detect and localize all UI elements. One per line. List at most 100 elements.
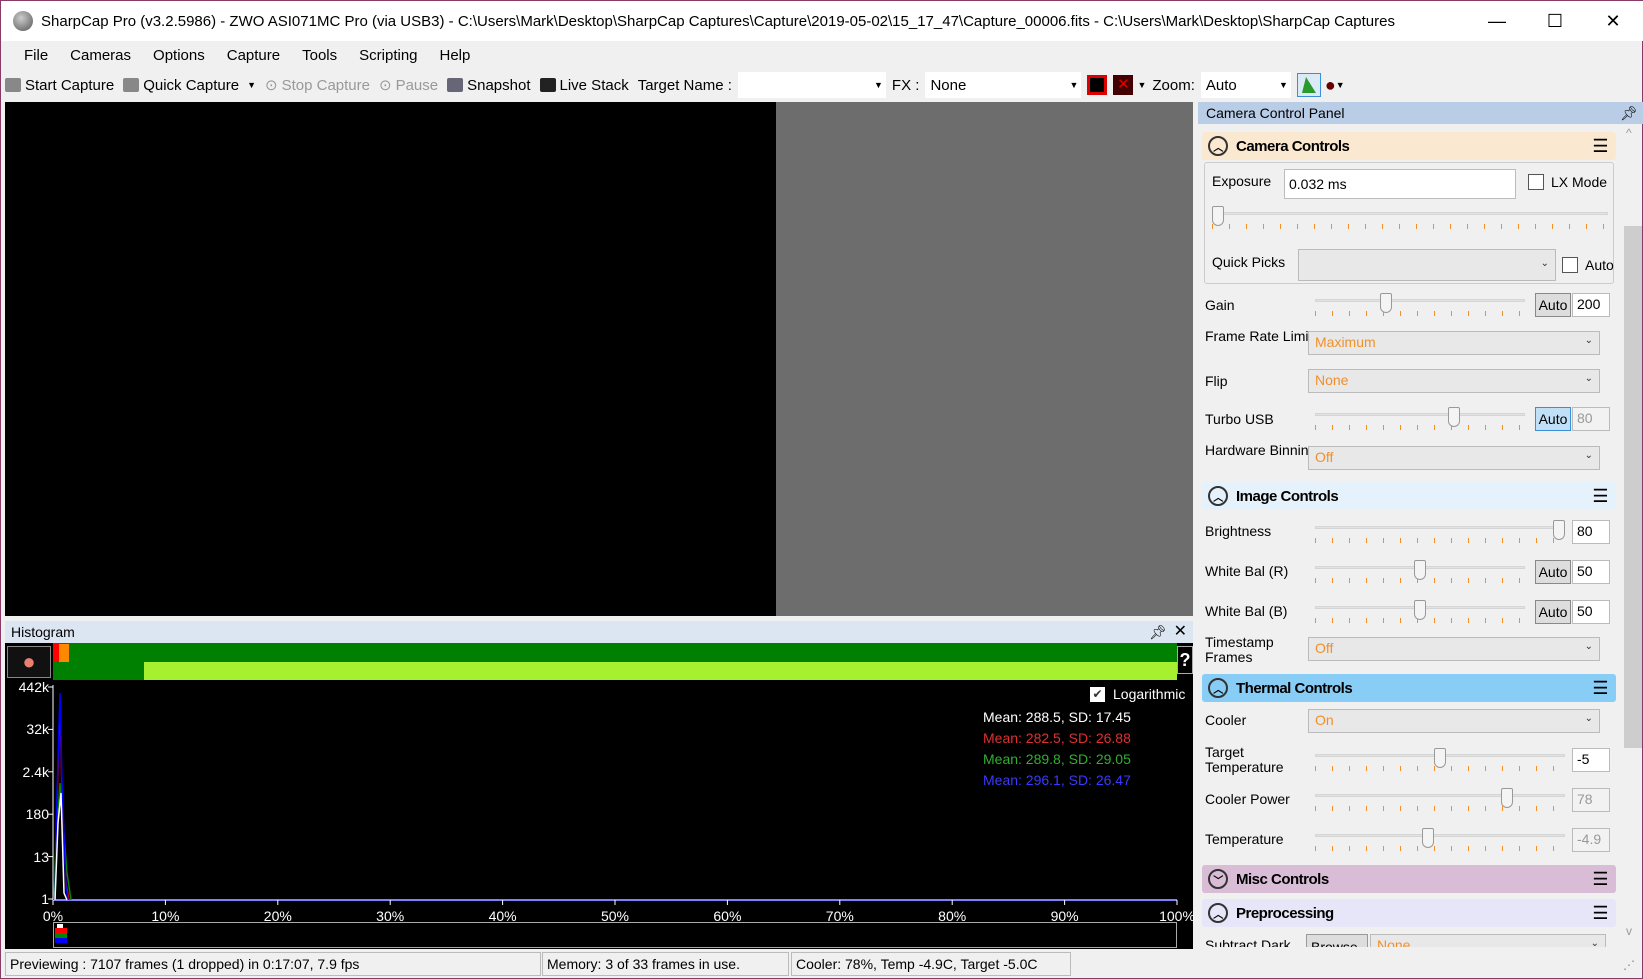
- snapshot-label: Snapshot: [467, 76, 531, 94]
- scrollbar-thumb[interactable]: [1624, 226, 1642, 748]
- white-bal-r-slider[interactable]: [1315, 560, 1525, 583]
- frame-rate-label: Frame Rate Limit: [1205, 328, 1313, 344]
- menu-cameras[interactable]: Cameras: [59, 47, 142, 64]
- turbo-auto-button[interactable]: Auto: [1535, 407, 1571, 431]
- brightness-slider[interactable]: [1315, 520, 1565, 543]
- menu-icon[interactable]: ☰: [1592, 903, 1608, 924]
- slider-ticks: [1315, 311, 1525, 316]
- dark-frame-dropdown[interactable]: None ⌄: [1370, 934, 1606, 947]
- exposure-slider[interactable]: [1212, 206, 1608, 229]
- section-preprocessing[interactable]: ︿ Preprocessing ☰: [1202, 899, 1616, 927]
- timestamp-dropdown[interactable]: Off ⌄: [1308, 637, 1600, 661]
- white-bal-r-value[interactable]: 50: [1572, 560, 1610, 584]
- slider-thumb[interactable]: [1553, 520, 1565, 540]
- dropdown-arrow-icon[interactable]: ▼: [1137, 80, 1146, 90]
- logarithmic-checkbox[interactable]: ✔ Logarithmic: [1090, 686, 1185, 702]
- hardware-binning-dropdown[interactable]: Off ⌄: [1308, 446, 1600, 470]
- slider-thumb[interactable]: [1380, 293, 1393, 313]
- dropdown-arrow-icon[interactable]: ▼: [247, 80, 256, 90]
- section-camera-controls[interactable]: ︿ Camera Controls ☰: [1202, 132, 1616, 160]
- menu-icon[interactable]: ☰: [1592, 678, 1608, 699]
- browse-button[interactable]: Browse: [1306, 934, 1368, 947]
- stop-capture-button[interactable]: ⊙ Stop Capture: [265, 76, 370, 95]
- start-capture-button[interactable]: Start Capture: [5, 77, 114, 94]
- flip-dropdown[interactable]: None ⌄: [1308, 369, 1600, 393]
- maximize-button[interactable]: ☐: [1526, 1, 1584, 41]
- menu-tools[interactable]: Tools: [291, 47, 348, 64]
- close-button[interactable]: ✕: [1584, 1, 1642, 41]
- cooler-power-label: Cooler Power: [1205, 791, 1290, 807]
- histogram-toggle-icon[interactable]: [1296, 73, 1321, 97]
- brightness-value[interactable]: 80: [1572, 520, 1610, 544]
- scroll-up-icon[interactable]: ^: [1626, 126, 1632, 140]
- collapse-icon[interactable]: ︿: [1208, 136, 1228, 156]
- fx-combo[interactable]: None ▼: [925, 72, 1082, 98]
- temperature-slider: [1315, 828, 1565, 851]
- turbo-usb-slider[interactable]: [1315, 407, 1525, 430]
- magnifier-icon[interactable]: ●: [1325, 75, 1336, 96]
- section-misc-controls[interactable]: ﹀ Misc Controls ☰: [1202, 865, 1616, 893]
- section-thermal-controls[interactable]: ︿ Thermal Controls ☰: [1202, 674, 1616, 702]
- snapshot-button[interactable]: Snapshot: [447, 76, 531, 94]
- pin-icon[interactable]: 📌︎: [1149, 621, 1167, 643]
- target-temperature-value[interactable]: -5: [1572, 748, 1610, 772]
- start-capture-label: Start Capture: [25, 76, 115, 94]
- wbr-auto-button[interactable]: Auto: [1535, 560, 1571, 584]
- quick-picks-dropdown[interactable]: ⌄: [1298, 249, 1556, 281]
- menu-file[interactable]: File: [13, 47, 59, 64]
- target-temperature-slider[interactable]: [1315, 748, 1565, 771]
- target-name-combo[interactable]: ▼: [737, 72, 886, 98]
- cooler-power-value: 78: [1572, 788, 1610, 812]
- scroll-down-icon[interactable]: v: [1626, 924, 1632, 938]
- gain-auto-button[interactable]: Auto: [1535, 293, 1571, 317]
- snapshot-icon: [447, 78, 464, 92]
- close-icon[interactable]: ✕: [1174, 621, 1187, 643]
- histogram-panel[interactable]: ● ? ✔ Logarithmic Mean: 288.5, SD: 17.45 M…: [5, 643, 1195, 949]
- reticle-icon[interactable]: [1087, 75, 1108, 95]
- slider-thumb[interactable]: [1212, 206, 1224, 226]
- section-image-controls[interactable]: ︿ Image Controls ☰: [1202, 482, 1616, 510]
- slider-thumb[interactable]: [1414, 560, 1426, 580]
- camera-icon: [5, 78, 21, 92]
- menu-icon[interactable]: ☰: [1592, 136, 1608, 157]
- menu-options[interactable]: Options: [142, 47, 216, 64]
- quick-auto-checkbox[interactable]: Auto: [1562, 257, 1614, 273]
- gain-value[interactable]: 200: [1572, 293, 1610, 317]
- collapse-icon[interactable]: ︿: [1208, 486, 1228, 506]
- collapse-icon[interactable]: ︿: [1208, 903, 1228, 923]
- slider-thumb[interactable]: [1500, 788, 1513, 808]
- slider-track: [1315, 834, 1565, 837]
- wbb-auto-button[interactable]: Auto: [1535, 600, 1571, 624]
- grid-overlay-icon[interactable]: ✕: [1113, 75, 1134, 95]
- menu-icon[interactable]: ☰: [1592, 486, 1608, 507]
- menu-capture[interactable]: Capture: [216, 47, 291, 64]
- slider-thumb[interactable]: [1422, 828, 1435, 848]
- minimize-button[interactable]: —: [1468, 1, 1526, 41]
- menu-icon[interactable]: ☰: [1592, 869, 1608, 890]
- white-bal-b-slider[interactable]: [1315, 600, 1525, 623]
- gain-slider[interactable]: [1315, 293, 1525, 316]
- resize-grip-icon[interactable]: ⋰: [1623, 958, 1635, 972]
- flip-label: Flip: [1205, 373, 1228, 389]
- collapse-icon[interactable]: ︿: [1208, 678, 1228, 698]
- image-viewer[interactable]: [5, 102, 1193, 616]
- live-stack-button[interactable]: Live Stack: [539, 77, 629, 94]
- quick-capture-button[interactable]: Quick Capture ▼: [123, 77, 256, 94]
- pin-icon[interactable]: 📌︎: [1620, 102, 1638, 124]
- slider-thumb[interactable]: [1434, 748, 1446, 768]
- slider-thumb[interactable]: [1414, 600, 1426, 620]
- menu-scripting[interactable]: Scripting: [348, 47, 428, 64]
- cooler-dropdown[interactable]: On ⌄: [1308, 709, 1600, 733]
- frame-rate-dropdown[interactable]: Maximum ⌄: [1308, 331, 1600, 355]
- menu-help[interactable]: Help: [429, 47, 482, 64]
- level-strip[interactable]: [53, 922, 1177, 948]
- zoom-combo[interactable]: Auto ▼: [1200, 72, 1291, 98]
- histogram-stat: Mean: 288.5, SD: 17.45: [983, 709, 1131, 725]
- white-bal-b-value[interactable]: 50: [1572, 600, 1610, 624]
- exposure-input[interactable]: 0.032 ms: [1284, 169, 1516, 199]
- lx-mode-checkbox[interactable]: LX Mode: [1528, 174, 1607, 190]
- dropdown-arrow-icon[interactable]: ▼: [1336, 80, 1345, 90]
- expand-icon[interactable]: ﹀: [1208, 869, 1228, 889]
- pause-button[interactable]: ⊙ Pause: [379, 76, 438, 95]
- slider-thumb[interactable]: [1447, 407, 1460, 427]
